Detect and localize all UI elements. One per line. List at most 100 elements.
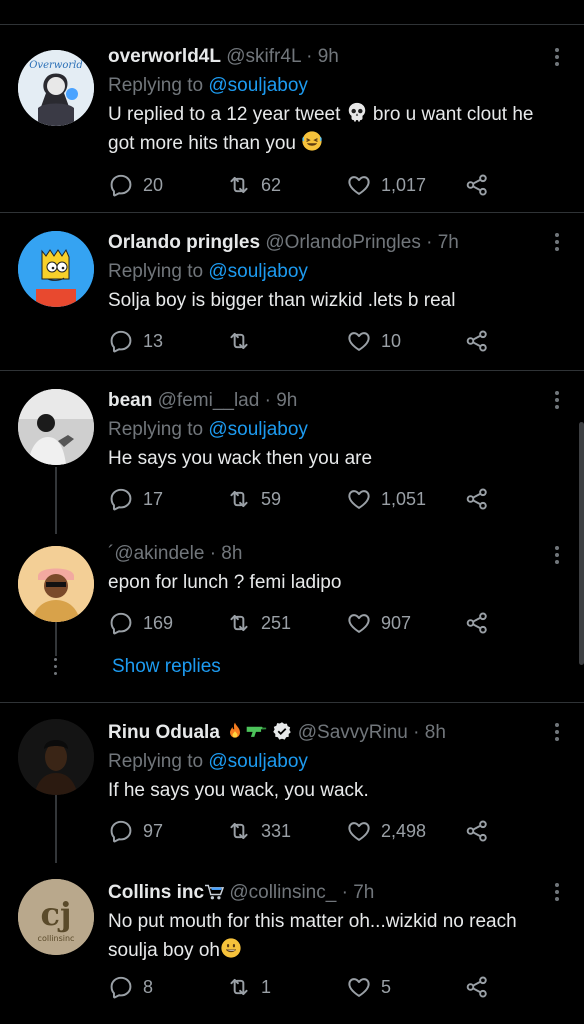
dot-separator: · (341, 882, 348, 903)
like-icon (346, 610, 372, 636)
like-button[interactable]: 5 (346, 974, 391, 1000)
reply-icon (108, 172, 134, 198)
avatar[interactable] (18, 546, 94, 622)
like-button[interactable]: 10 (346, 328, 401, 354)
tweet[interactable]: bean @femi__lad · 9h Replying to @soulja… (0, 371, 584, 534)
timestamp[interactable]: 9h (276, 390, 297, 411)
timestamp[interactable]: 9h (318, 46, 339, 67)
display-name[interactable]: Collins inc (108, 882, 204, 903)
tweet[interactable]: cj collinsinc Collins inc @collinsinc_ · … (0, 863, 584, 1024)
retweet-icon (226, 974, 252, 1000)
like-count: 1,017 (381, 174, 427, 195)
tweet[interactable]: ´@akindele · 8h epon for lunch ? femi la… (0, 534, 584, 700)
retweet-button[interactable]: 62 (226, 172, 281, 198)
fire-emoji-icon (225, 721, 245, 748)
retweet-button[interactable]: 331 (226, 818, 291, 844)
display-name[interactable]: Orlando pringles (108, 232, 260, 253)
handle[interactable]: @collinsinc_ (229, 882, 336, 903)
reply-button[interactable]: 17 (108, 486, 163, 512)
more-icon[interactable] (554, 723, 560, 743)
avatar[interactable]: Overworld (18, 50, 94, 126)
more-icon[interactable] (554, 391, 560, 411)
share-button[interactable] (464, 610, 499, 636)
reply-button[interactable]: 13 (108, 328, 163, 354)
tweet-header: Rinu Oduala @SavvyRinu · 8h (108, 721, 550, 747)
replying-to-prefix: Replying to (108, 261, 204, 282)
like-count: 5 (381, 976, 392, 997)
timestamp[interactable]: 7h (438, 232, 459, 253)
tweet-text: U replied to a 12 year tweet bro u want … (108, 100, 550, 129)
mention-link[interactable]: @souljaboy (208, 261, 308, 282)
like-button[interactable]: 1,017 (346, 172, 426, 198)
avatar[interactable]: cj collinsinc (18, 879, 94, 955)
timestamp[interactable]: 8h (425, 722, 446, 743)
like-icon (346, 172, 372, 198)
retweet-button[interactable]: 1 (226, 974, 271, 1000)
handle[interactable]: @skifr4L (226, 46, 301, 67)
display-name[interactable]: bean (108, 390, 152, 411)
replying-to-prefix: Replying to (108, 751, 204, 772)
like-count: 10 (381, 330, 402, 351)
timestamp[interactable]: 7h (353, 882, 374, 903)
more-icon[interactable] (554, 546, 560, 566)
replying-to-prefix: Replying to (108, 75, 204, 96)
reply-icon (108, 610, 134, 636)
display-name[interactable]: Rinu Oduala (108, 722, 220, 743)
like-count: 2,498 (381, 820, 427, 841)
dot-separator: · (306, 46, 313, 67)
like-button[interactable]: 907 (346, 610, 411, 636)
like-button[interactable]: 2,498 (346, 818, 426, 844)
mention-link[interactable]: @souljaboy (208, 75, 308, 96)
mention-link[interactable]: @souljaboy (208, 419, 308, 440)
reply-icon (108, 974, 134, 1000)
like-icon (346, 486, 372, 512)
handle[interactable]: @SavvyRinu (298, 722, 408, 743)
replying-to: Replying to @souljaboy (108, 747, 550, 776)
handle[interactable]: @femi__lad (158, 390, 260, 411)
thread-line (55, 467, 57, 534)
more-icon[interactable] (554, 48, 560, 68)
tweet-text-line: bro u want clout he (367, 104, 534, 125)
tweet[interactable]: Rinu Oduala @SavvyRinu · 8h Replying to … (0, 703, 584, 863)
avatar[interactable] (18, 719, 94, 795)
share-button[interactable] (464, 974, 499, 1000)
tweet[interactable]: Orlando pringles @OrlandoPringles · 7h R… (0, 213, 584, 370)
shopping-cart-emoji-icon (204, 883, 225, 908)
reply-button[interactable]: 97 (108, 818, 163, 844)
like-icon (346, 818, 372, 844)
thread-line (55, 622, 57, 656)
like-icon (346, 328, 372, 354)
more-icon[interactable] (554, 233, 560, 253)
like-button[interactable]: 1,051 (346, 486, 426, 512)
rolling-laughing-emoji-icon (301, 130, 323, 152)
more-icon[interactable] (554, 883, 560, 903)
handle[interactable]: ´@akindele (108, 543, 204, 564)
reply-icon (108, 328, 134, 354)
share-button[interactable] (464, 486, 499, 512)
thread-line (55, 795, 57, 863)
retweet-button[interactable] (226, 328, 261, 354)
show-replies-link[interactable]: Show replies (112, 656, 221, 678)
tweet-actions: 97 331 2,498 (108, 818, 508, 846)
display-name[interactable]: overworld4L (108, 46, 221, 67)
timestamp[interactable]: 8h (221, 543, 242, 564)
retweet-icon (226, 610, 252, 636)
reply-button[interactable]: 8 (108, 974, 153, 1000)
avatar[interactable] (18, 231, 94, 307)
reply-button[interactable]: 169 (108, 610, 173, 636)
share-button[interactable] (464, 328, 499, 354)
tweet-text: He says you wack then you are (108, 448, 373, 469)
avatar[interactable] (18, 389, 94, 465)
retweet-button[interactable]: 251 (226, 610, 291, 636)
share-button[interactable] (464, 818, 499, 844)
tweet-header: Collins inc @collinsinc_ · 7h (108, 881, 550, 907)
share-button[interactable] (464, 172, 499, 198)
tweet-text-line: soulja boy oh (108, 940, 220, 961)
handle[interactable]: @OrlandoPringles (265, 232, 421, 253)
share-icon (464, 328, 490, 354)
retweet-button[interactable]: 59 (226, 486, 281, 512)
tweet[interactable]: Overworld overworld4L @skifr4L · 9h Repl… (0, 40, 584, 212)
mention-link[interactable]: @souljaboy (208, 751, 308, 772)
reply-button[interactable]: 20 (108, 172, 163, 198)
tweet-actions: 8 1 5 (108, 974, 508, 1002)
